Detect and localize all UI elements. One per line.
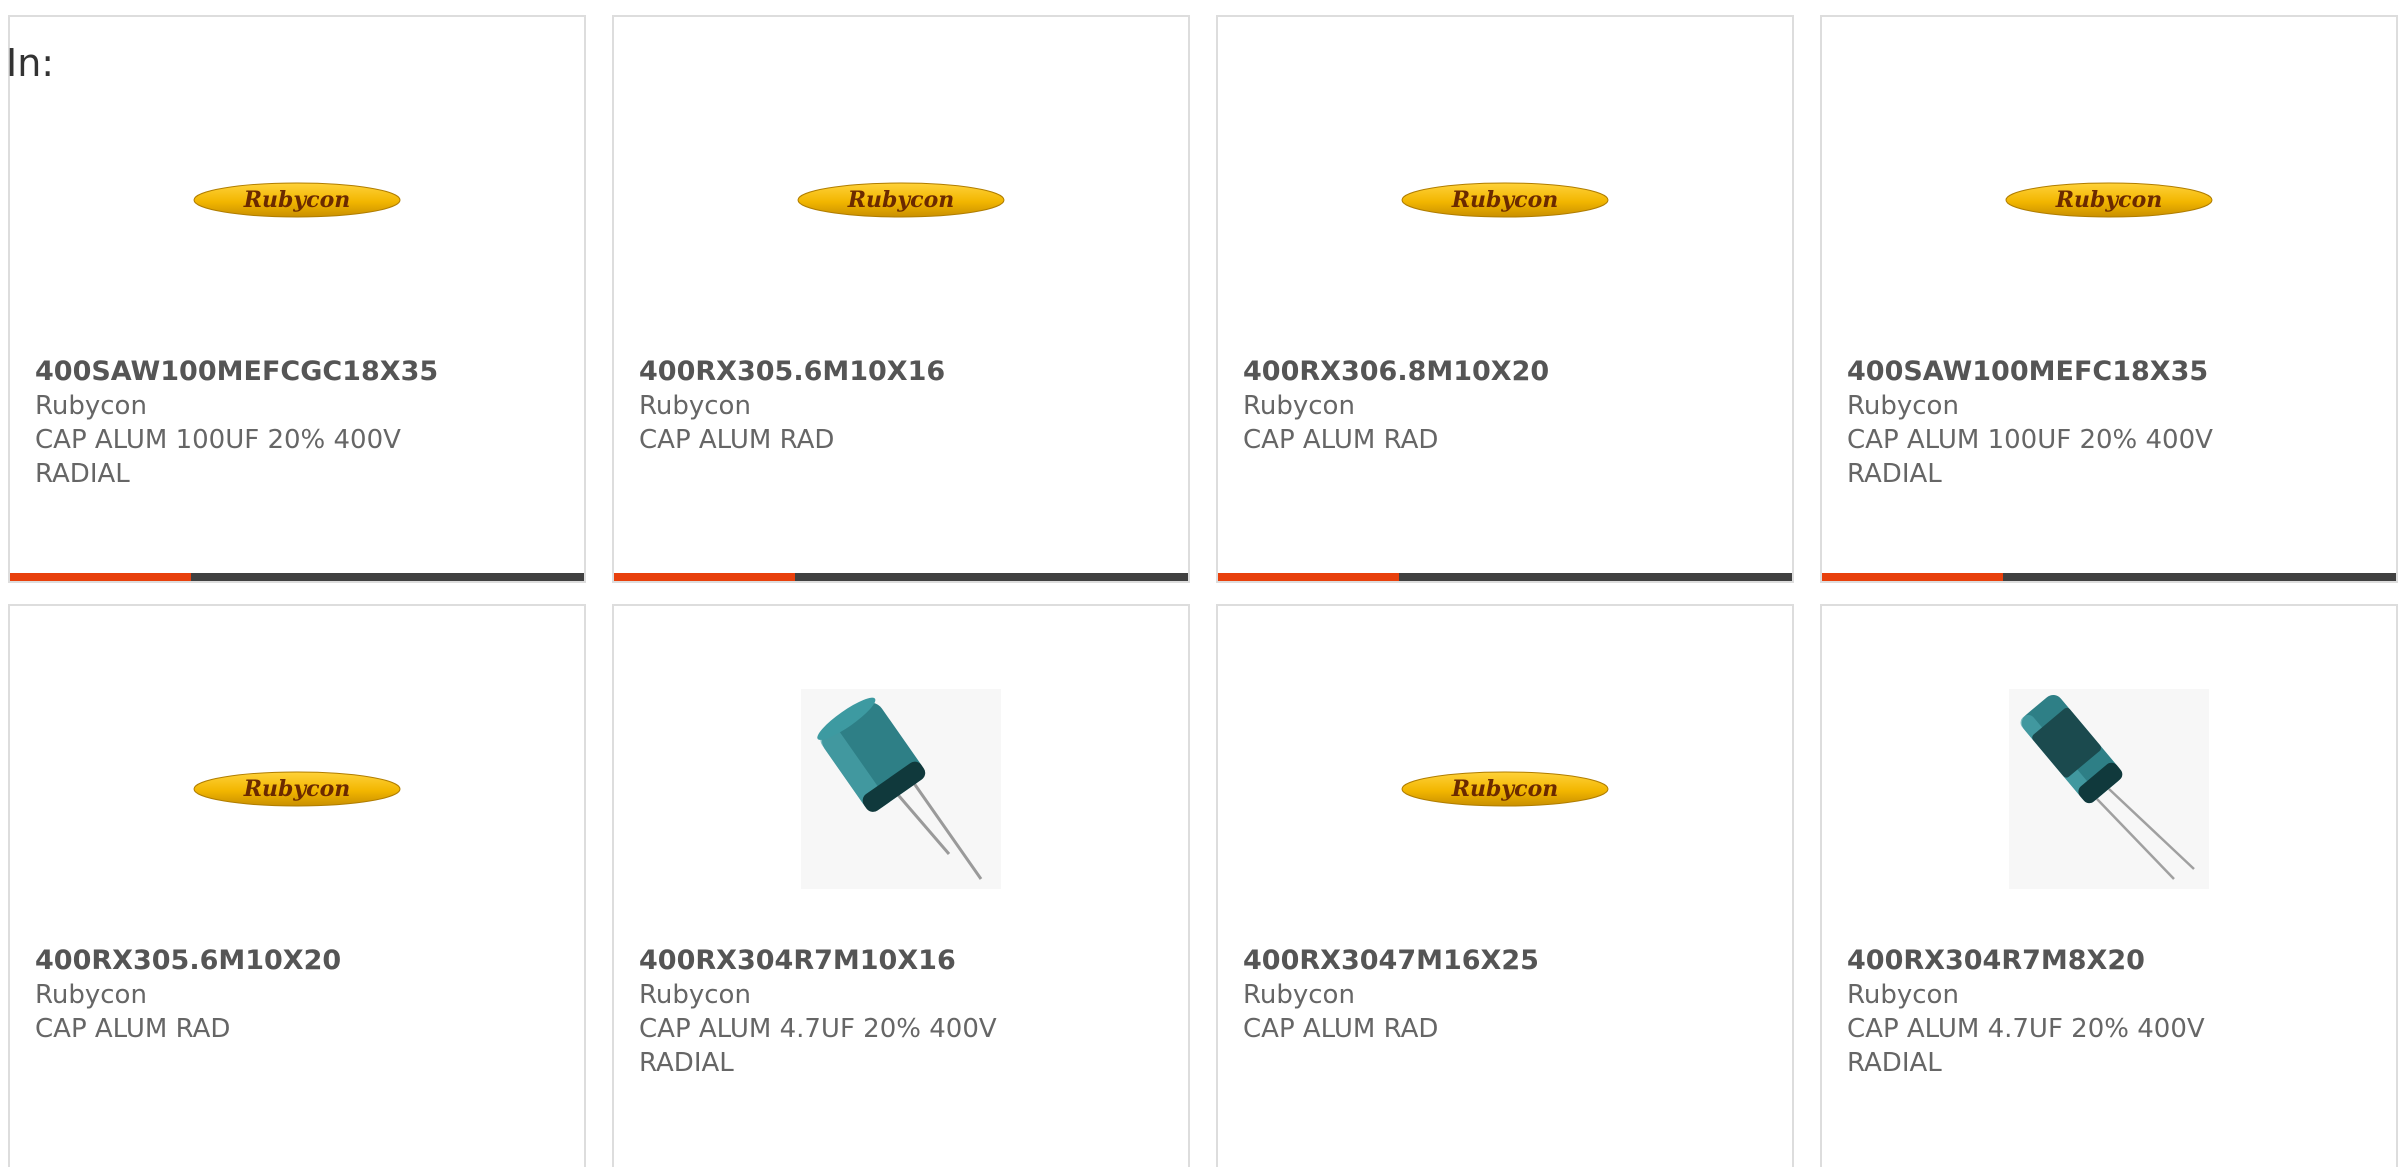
svg-text:Rubycon: Rubycon [243,187,351,213]
rubycon-logo-icon: Rubycon [193,182,401,218]
rubycon-logo-icon: Rubycon [2005,182,2213,218]
svg-text:Rubycon: Rubycon [847,187,955,213]
product-info: 400RX305.6M10X20 Rubycon CAP ALUM RAD [35,944,564,1046]
capacitor-icon [2009,689,2209,889]
part-number[interactable]: 400RX305.6M10X16 [639,355,1168,389]
svg-text:Rubycon: Rubycon [2055,187,2163,213]
product-info: 400RX304R7M8X20 Rubycon CAP ALUM 4.7UF 20%… [1847,944,2376,1080]
part-number[interactable]: 400RX305.6M10X20 [35,944,564,978]
capacitor-icon [801,689,1001,889]
product-image[interactable]: Rubycon [10,87,584,313]
progress-bar-fill [614,573,795,581]
product-description: CAP ALUM RAD [1243,1014,1439,1044]
product-info: 400SAW100MEFCGC18X35 Rubycon CAP ALUM 100U… [35,355,564,491]
product-info: 400SAW100MEFC18X35 Rubycon CAP ALUM 100UF … [1847,355,2376,491]
manufacturer-name: Rubycon [1243,980,1355,1010]
part-number[interactable]: 400SAW100MEFC18X35 [1847,355,2376,389]
product-card[interactable]: Rubycon 400RX305.6M10X16 Rubycon CAP ALUM … [612,15,1190,583]
product-card[interactable]: Rubycon 400RX3047M16X25 Rubycon CAP ALUM R… [1216,604,1794,1167]
product-image[interactable]: Rubycon [1218,87,1792,313]
progress-bar-fill [1218,573,1399,581]
product-description: CAP ALUM RAD [35,1014,231,1044]
product-card[interactable]: Rubycon 400SAW100MEFCGC18X35 Rubycon CAP A… [8,15,586,583]
svg-text:Rubycon: Rubycon [1451,187,1559,213]
svg-text:Rubycon: Rubycon [1451,776,1559,802]
product-description: CAP ALUM RAD [1243,425,1439,455]
part-number[interactable]: 400RX3047M16X25 [1243,944,1772,978]
product-card[interactable]: Rubycon 400RX305.6M10X20 Rubycon CAP ALUM … [8,604,586,1167]
manufacturer-name: Rubycon [35,980,147,1010]
rubycon-logo-icon: Rubycon [1401,182,1609,218]
product-card[interactable]: 400RX304R7M10X16 Rubycon CAP ALUM 4.7UF 20… [612,604,1190,1167]
product-image[interactable] [614,676,1188,902]
in-label: In: [6,41,55,85]
product-description: CAP ALUM 100UF 20% 400V RADIAL [35,425,401,489]
manufacturer-name: Rubycon [1847,980,1959,1010]
product-info: 400RX3047M16X25 Rubycon CAP ALUM RAD [1243,944,1772,1046]
progress-bar [1218,573,1792,581]
product-description: CAP ALUM 100UF 20% 400V RADIAL [1847,425,2213,489]
progress-bar [1822,573,2396,581]
part-number[interactable]: 400RX304R7M10X16 [639,944,1168,978]
progress-bar-fill [10,573,191,581]
product-card[interactable]: Rubycon 400RX306.8M10X20 Rubycon CAP ALUM … [1216,15,1794,583]
manufacturer-name: Rubycon [1847,391,1959,421]
product-image[interactable]: Rubycon [1822,87,2396,313]
product-description: CAP ALUM 4.7UF 20% 400V RADIAL [1847,1014,2205,1078]
rubycon-logo-icon: Rubycon [1401,771,1609,807]
manufacturer-name: Rubycon [639,980,751,1010]
manufacturer-name: Rubycon [639,391,751,421]
progress-bar [10,573,584,581]
product-image[interactable]: Rubycon [614,87,1188,313]
progress-bar-fill [1822,573,2003,581]
progress-bar [614,573,1188,581]
product-image[interactable] [1822,676,2396,902]
product-image[interactable]: Rubycon [1218,676,1792,902]
product-grid: Rubycon 400SAW100MEFCGC18X35 Rubycon CAP A… [8,15,2400,1167]
rubycon-logo-icon: Rubycon [193,771,401,807]
part-number[interactable]: 400SAW100MEFCGC18X35 [35,355,564,389]
product-info: 400RX304R7M10X16 Rubycon CAP ALUM 4.7UF 20… [639,944,1168,1080]
svg-text:Rubycon: Rubycon [243,776,351,802]
manufacturer-name: Rubycon [1243,391,1355,421]
rubycon-logo-icon: Rubycon [797,182,1005,218]
product-card[interactable]: 400RX304R7M8X20 Rubycon CAP ALUM 4.7UF 20%… [1820,604,2398,1167]
part-number[interactable]: 400RX304R7M8X20 [1847,944,2376,978]
manufacturer-name: Rubycon [35,391,147,421]
product-description: CAP ALUM RAD [639,425,835,455]
product-description: CAP ALUM 4.7UF 20% 400V RADIAL [639,1014,997,1078]
product-card[interactable]: Rubycon 400SAW100MEFC18X35 Rubycon CAP ALU… [1820,15,2398,583]
part-number[interactable]: 400RX306.8M10X20 [1243,355,1772,389]
product-image[interactable]: Rubycon [10,676,584,902]
product-info: 400RX305.6M10X16 Rubycon CAP ALUM RAD [639,355,1168,457]
product-info: 400RX306.8M10X20 Rubycon CAP ALUM RAD [1243,355,1772,457]
